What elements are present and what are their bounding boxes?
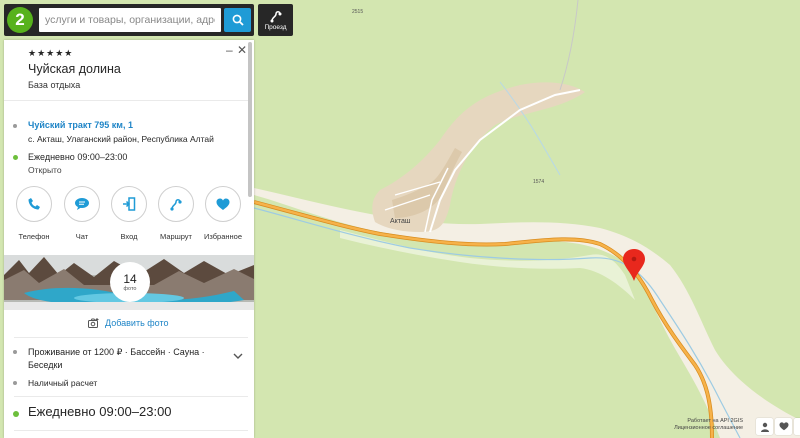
route-label: Проезд	[264, 24, 287, 31]
map-footer: Работает на API 2GIS Лицензионное соглаш…	[673, 418, 743, 432]
scrollbar[interactable]	[248, 42, 252, 197]
address-detail: с. Акташ, Улаганский район, Республика А…	[28, 134, 214, 144]
divider	[4, 100, 248, 101]
phone-icon	[28, 198, 40, 210]
payment-text: Наличный расчет	[28, 378, 98, 388]
action-label: Маршрут	[160, 232, 192, 241]
schedule-text: Ежедневно 09:00–23:00	[28, 152, 128, 162]
route-icon	[170, 199, 182, 211]
search-button[interactable]	[224, 8, 251, 32]
action-label: Вход	[120, 232, 138, 241]
divider	[14, 430, 248, 431]
chat-button[interactable]: Чат	[62, 186, 102, 241]
action-label: Телефон	[18, 232, 50, 241]
divider	[14, 337, 248, 338]
action-label: Избранное	[203, 232, 242, 241]
features-text: Проживание от 1200 ₽ · Бассейн · Сауна ·…	[28, 347, 205, 370]
license-link[interactable]: Лицензионное соглашение	[673, 425, 743, 432]
village-label: Акташ	[390, 218, 411, 225]
address-link[interactable]: Чуйский тракт 795 км, 1	[28, 120, 133, 130]
favorite-button[interactable]: Избранное	[203, 186, 243, 241]
entrance-icon	[123, 197, 136, 211]
api-credit[interactable]: Работает на API 2GIS	[673, 418, 743, 425]
search-input[interactable]	[39, 8, 221, 32]
entrance-button[interactable]: Вход	[109, 186, 149, 241]
minimize-button[interactable]: –	[226, 43, 233, 57]
add-photo-label: Добавить фото	[105, 318, 169, 328]
schedule-large: Ежедневно 09:00–23:00	[28, 404, 172, 419]
search-bar: 2	[4, 4, 254, 36]
photo-count: 14	[123, 271, 137, 286]
user-icon	[760, 422, 769, 432]
bullet-icon	[13, 350, 17, 354]
directions-button[interactable]: Маршрут	[156, 186, 196, 241]
photo-count-word: фото	[123, 285, 137, 292]
bullet-icon	[13, 381, 17, 385]
heart-icon	[216, 198, 230, 210]
route-icon	[270, 11, 281, 23]
elevation-label: 2515	[352, 9, 363, 15]
bullet-icon	[13, 124, 17, 128]
search-icon	[232, 14, 244, 26]
photo-count-badge[interactable]: 14 фото	[110, 262, 150, 302]
2gis-logo[interactable]: 2	[7, 7, 33, 33]
user-button[interactable]	[756, 418, 773, 435]
chevron-down-icon[interactable]	[233, 352, 243, 360]
chat-icon	[75, 198, 89, 210]
phone-button[interactable]: Телефон	[14, 186, 54, 241]
divider	[14, 396, 248, 397]
route-button[interactable]: Проезд	[258, 4, 293, 36]
place-title: Чуйская долина	[28, 62, 121, 76]
elevation-label: 1574	[533, 179, 544, 185]
open-status: Открыто	[28, 165, 62, 175]
rating-stars: ★★★★★	[28, 48, 74, 58]
open-status-icon	[13, 155, 18, 160]
add-photo-button[interactable]: Добавить фото	[88, 318, 169, 328]
camera-icon	[88, 318, 99, 328]
favorites-button[interactable]	[775, 418, 792, 435]
heart-icon	[779, 422, 788, 431]
close-button[interactable]: ✕	[237, 43, 247, 57]
place-card: ★★★★★ – ✕ Чуйская долина База отдыха Чуй…	[4, 40, 254, 438]
more-button[interactable]	[794, 418, 800, 435]
place-category: База отдыха	[28, 80, 81, 90]
action-label: Чат	[75, 232, 89, 241]
open-status-icon	[13, 411, 19, 417]
